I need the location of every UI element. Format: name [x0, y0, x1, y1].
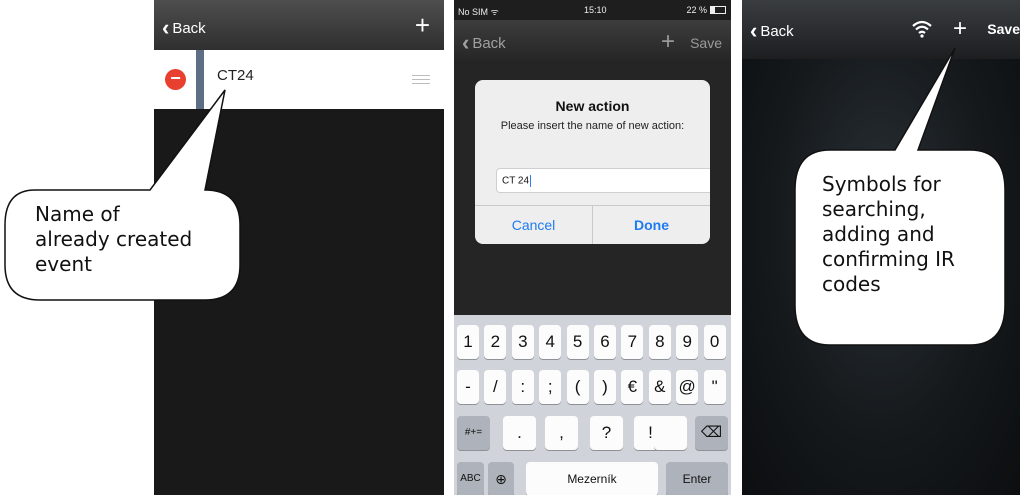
space-key[interactable]: Mezerník — [526, 462, 658, 495]
cancel-button[interactable]: Cancel — [475, 206, 593, 244]
back-button[interactable]: ‹ Back — [750, 20, 794, 42]
time-text: 15:10 — [584, 5, 607, 15]
keyboard-key[interactable]: 3 — [511, 325, 534, 359]
item-label: CT24 — [217, 67, 254, 84]
screen-event-list: ‹ Back + − CT24 — [154, 0, 444, 495]
done-button[interactable]: Done — [593, 206, 710, 244]
callout-line: event — [35, 252, 92, 276]
action-name-input[interactable]: CT 24 — [496, 168, 710, 193]
nav-bar: ‹ Back + — [154, 0, 444, 50]
battery-icon — [710, 6, 726, 14]
new-action-dialog: New action Please insert the name of new… — [475, 80, 710, 244]
keyboard-key[interactable]: ? — [590, 416, 623, 450]
keyboard-key[interactable]: 5 — [566, 325, 589, 359]
keyboard-key[interactable]: : — [511, 370, 534, 404]
callout-line: Symbols for — [822, 172, 941, 196]
callout-line: searching, — [822, 197, 926, 221]
chevron-left-icon: ‹ — [162, 15, 170, 40]
save-button[interactable]: Save — [987, 21, 1020, 37]
keyboard-key[interactable]: - — [457, 370, 479, 404]
keyboard-key[interactable]: 9 — [676, 325, 699, 359]
keyboard-key[interactable]: 4 — [539, 325, 562, 359]
symbols-key[interactable]: #+= — [457, 416, 490, 450]
keyboard-key[interactable]: & — [648, 370, 671, 404]
chevron-left-icon: ‹ — [462, 30, 470, 55]
keyboard-row-2: - /:;() € & @ " — [454, 370, 731, 404]
plus-icon[interactable]: + — [661, 28, 675, 56]
back-label: Back — [172, 19, 206, 37]
callout-line: adding and — [822, 222, 935, 246]
keyboard-row-4: ABC ⊕ Mezerník Enter — [454, 462, 731, 495]
back-button[interactable]: ‹ Back — [462, 32, 506, 54]
keyboard: 1234567890 - /:;() € & @ " #+= . , ? ! ⌫ ABC … — [454, 315, 731, 495]
callout-line: codes — [822, 272, 881, 296]
nav-bar: ‹ Back + Save — [742, 0, 1020, 59]
keyboard-row-3: #+= . , ? ! ⌫ — [454, 416, 731, 450]
carrier-text: No SIM ᯤ — [458, 7, 499, 17]
callout-right-text: Symbols for searching, adding and confir… — [822, 172, 955, 297]
keyboard-key[interactable]: 2 — [484, 325, 507, 359]
dialog-title: New action — [555, 98, 630, 114]
keyboard-key[interactable]: ) — [594, 370, 616, 404]
keyboard-key[interactable]: ; — [539, 370, 562, 404]
keyboard-key[interactable]: / — [484, 370, 507, 404]
abc-key[interactable]: ABC — [457, 462, 484, 495]
callout-line: Name of — [35, 202, 120, 226]
back-button[interactable]: ‹ Back — [162, 17, 206, 39]
keyboard-key[interactable]: " — [703, 370, 726, 404]
wifi-icon[interactable] — [912, 20, 932, 38]
callout-line: already created — [35, 227, 193, 251]
back-label: Back — [472, 34, 506, 52]
item-color-bar — [196, 50, 204, 109]
plus-icon[interactable]: + — [953, 15, 967, 43]
input-value: CT 24 — [502, 175, 530, 187]
screen-new-action: No SIM ᯤ 15:10 22 % ‹ Back + Save New ac… — [454, 0, 731, 495]
keyboard-key[interactable]: 6 — [594, 325, 616, 359]
back-label: Back — [760, 22, 794, 40]
keyboard-key[interactable]: @ — [676, 370, 699, 404]
keyboard-key[interactable]: 0 — [703, 325, 726, 359]
keyboard-key[interactable]: . — [503, 416, 536, 450]
keyboard-key[interactable]: 7 — [621, 325, 644, 359]
plus-icon[interactable]: + — [415, 10, 430, 41]
delete-icon[interactable]: − — [165, 69, 186, 90]
keyboard-key[interactable]: 1 — [457, 325, 479, 359]
globe-icon[interactable]: ⊕ — [488, 462, 514, 495]
keyboard-row-1: 1234567890 — [454, 325, 731, 359]
keyboard-key[interactable]: ( — [566, 370, 589, 404]
text-caret — [530, 175, 532, 187]
empty-area — [154, 109, 444, 495]
enter-key[interactable]: Enter — [666, 462, 728, 495]
chevron-left-icon: ‹ — [750, 18, 758, 43]
keyboard-key[interactable]: , — [545, 416, 578, 450]
battery-text: 22 % — [686, 5, 707, 15]
save-button[interactable]: Save — [690, 35, 722, 51]
status-bar: No SIM ᯤ 15:10 22 % — [454, 0, 731, 20]
list-item[interactable]: − CT24 — [154, 50, 444, 109]
keyboard-key[interactable]: 8 — [648, 325, 671, 359]
keyboard-key[interactable]: € — [621, 370, 644, 404]
callout-line: confirming IR — [822, 247, 955, 271]
reorder-handle-icon[interactable] — [412, 75, 430, 87]
delete-key-icon[interactable]: ⌫ — [695, 416, 728, 450]
dialog-buttons: Cancel Done — [475, 205, 710, 244]
callout-left-text: Name of already created event — [35, 202, 192, 277]
nav-bar: ‹ Back + Save — [454, 20, 731, 64]
dialog-message: Please insert the name of new action: — [500, 120, 685, 132]
